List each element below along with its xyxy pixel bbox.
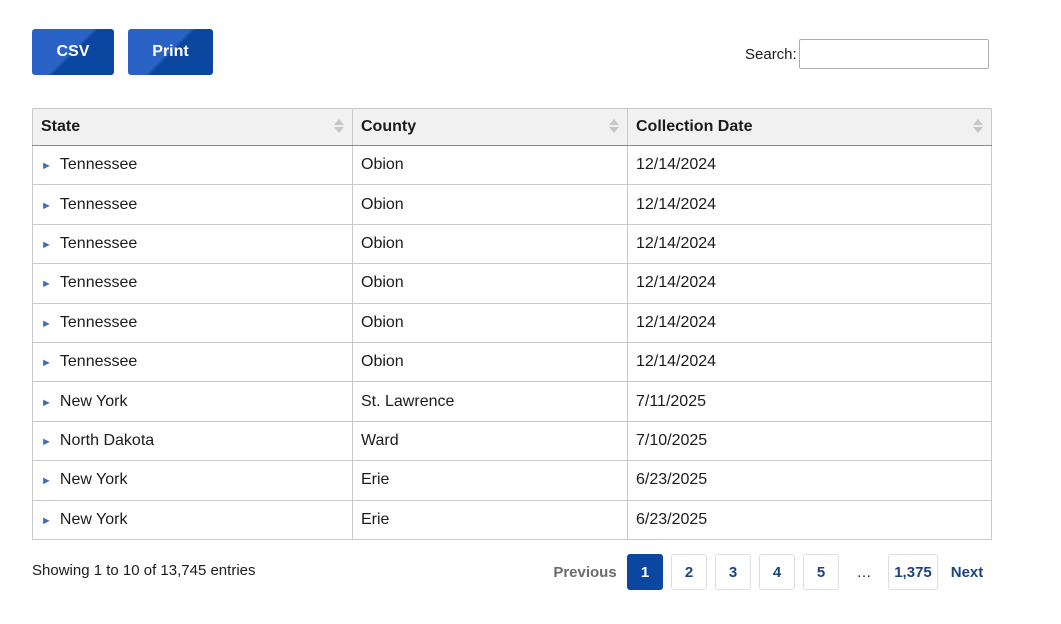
cell-text: Tennessee [59, 195, 138, 213]
table-row: ► Tennessee Obion 12/14/2024 [32, 302, 992, 343]
table-row: ► Tennessee Obion 12/14/2024 [32, 184, 992, 225]
cell-text: Tennessee [59, 313, 138, 331]
cell-text: Tennessee [59, 234, 138, 252]
cell-collection-date: 6/23/2025 [627, 499, 992, 540]
previous-page-button[interactable]: Previous [552, 554, 618, 590]
expand-row-icon[interactable]: ► [41, 278, 52, 290]
cell-state: ► North Dakota [32, 420, 353, 462]
cell-state: ► Tennessee [32, 302, 353, 343]
expand-row-icon[interactable]: ► [41, 357, 52, 369]
cell-text: Tennessee [59, 353, 138, 371]
column-header-label: State [41, 118, 81, 135]
page-button-5[interactable]: 5 [803, 554, 839, 590]
cell-county: Obion [352, 341, 628, 383]
cell-county: Obion [352, 263, 628, 304]
cell-county: Erie [352, 460, 628, 501]
cell-text: New York [59, 510, 128, 528]
cell-text: Tennessee [59, 274, 138, 292]
next-page-button[interactable]: Next [946, 554, 988, 590]
expand-row-icon[interactable]: ► [41, 239, 52, 251]
cell-state: ► Tennessee [32, 184, 353, 225]
column-header-label: Collection Date [636, 118, 753, 135]
expand-row-icon[interactable]: ► [41, 436, 52, 448]
column-header-state[interactable]: State [32, 108, 353, 146]
cell-text: New York [59, 392, 128, 410]
cell-state: ► Tennessee [32, 144, 353, 186]
expand-row-icon[interactable]: ► [41, 318, 52, 330]
expand-row-icon[interactable]: ► [41, 475, 52, 487]
page-button-2[interactable]: 2 [671, 554, 707, 590]
cell-collection-date: 12/14/2024 [627, 184, 992, 225]
cell-state: ► Tennessee [32, 223, 353, 265]
header-row: State County Collection Date [32, 108, 992, 146]
cell-state: ► New York [32, 499, 353, 540]
sort-icon [334, 119, 344, 135]
cell-county: Erie [352, 499, 628, 540]
expand-row-icon[interactable]: ► [41, 397, 52, 409]
column-header-label: County [361, 118, 417, 135]
table-row: ► New York Erie 6/23/2025 [32, 460, 992, 501]
cell-state: ► New York [32, 460, 353, 501]
table-row: ► Tennessee Obion 12/14/2024 [32, 144, 992, 186]
data-table: State County Collection Date ► Tennessee … [32, 108, 992, 540]
cell-county: Obion [352, 302, 628, 343]
table-row: ► New York St. Lawrence 7/11/2025 [32, 381, 992, 422]
table-row: ► North Dakota Ward 7/10/2025 [32, 420, 992, 462]
cell-text: New York [59, 471, 128, 489]
cell-state: ► New York [32, 381, 353, 422]
column-header-county[interactable]: County [352, 108, 628, 146]
cell-collection-date: 6/23/2025 [627, 460, 992, 501]
table-row: ► Tennessee Obion 12/14/2024 [32, 263, 992, 304]
search-box: Search: [745, 39, 989, 69]
cell-collection-date: 12/14/2024 [627, 223, 992, 265]
cell-state: ► Tennessee [32, 263, 353, 304]
sort-icon [973, 119, 983, 135]
cell-collection-date: 12/14/2024 [627, 263, 992, 304]
cell-text: Tennessee [59, 156, 138, 174]
table-row: ► Tennessee Obion 12/14/2024 [32, 223, 992, 265]
cell-state: ► Tennessee [32, 341, 353, 383]
pagination-ellipsis: … [856, 563, 872, 581]
cell-county: Obion [352, 223, 628, 265]
cell-collection-date: 7/11/2025 [627, 381, 992, 422]
export-toolbar: CSV Print [32, 29, 213, 75]
column-header-collection-date[interactable]: Collection Date [627, 108, 992, 146]
sort-icon [609, 119, 619, 135]
cell-county: Obion [352, 144, 628, 186]
page-button-1[interactable]: 1 [627, 554, 663, 590]
csv-button[interactable]: CSV [32, 29, 114, 75]
cell-county: Obion [352, 184, 628, 225]
cell-collection-date: 12/14/2024 [627, 341, 992, 383]
cell-collection-date: 7/10/2025 [627, 420, 992, 462]
search-input[interactable] [798, 39, 989, 69]
print-button[interactable]: Print [128, 29, 213, 75]
cell-collection-date: 12/14/2024 [627, 144, 992, 186]
search-label: Search: [745, 45, 797, 63]
cell-collection-date: 12/14/2024 [627, 302, 992, 343]
expand-row-icon[interactable]: ► [41, 160, 52, 172]
page-button-3[interactable]: 3 [715, 554, 751, 590]
cell-text: North Dakota [59, 431, 155, 449]
page-button-last[interactable]: 1,375 [888, 554, 938, 590]
page-button-4[interactable]: 4 [759, 554, 795, 590]
expand-row-icon[interactable]: ► [41, 515, 52, 527]
table-body: ► Tennessee Obion 12/14/2024 ► Tennessee O… [32, 144, 992, 540]
pagination: Previous 1 2 3 4 5 … 1,375 Next [0, 554, 1061, 590]
cell-county: St. Lawrence [352, 381, 628, 422]
table-row: ► New York Erie 6/23/2025 [32, 499, 992, 540]
cell-county: Ward [352, 420, 628, 462]
table-row: ► Tennessee Obion 12/14/2024 [32, 341, 992, 383]
expand-row-icon[interactable]: ► [41, 200, 52, 212]
